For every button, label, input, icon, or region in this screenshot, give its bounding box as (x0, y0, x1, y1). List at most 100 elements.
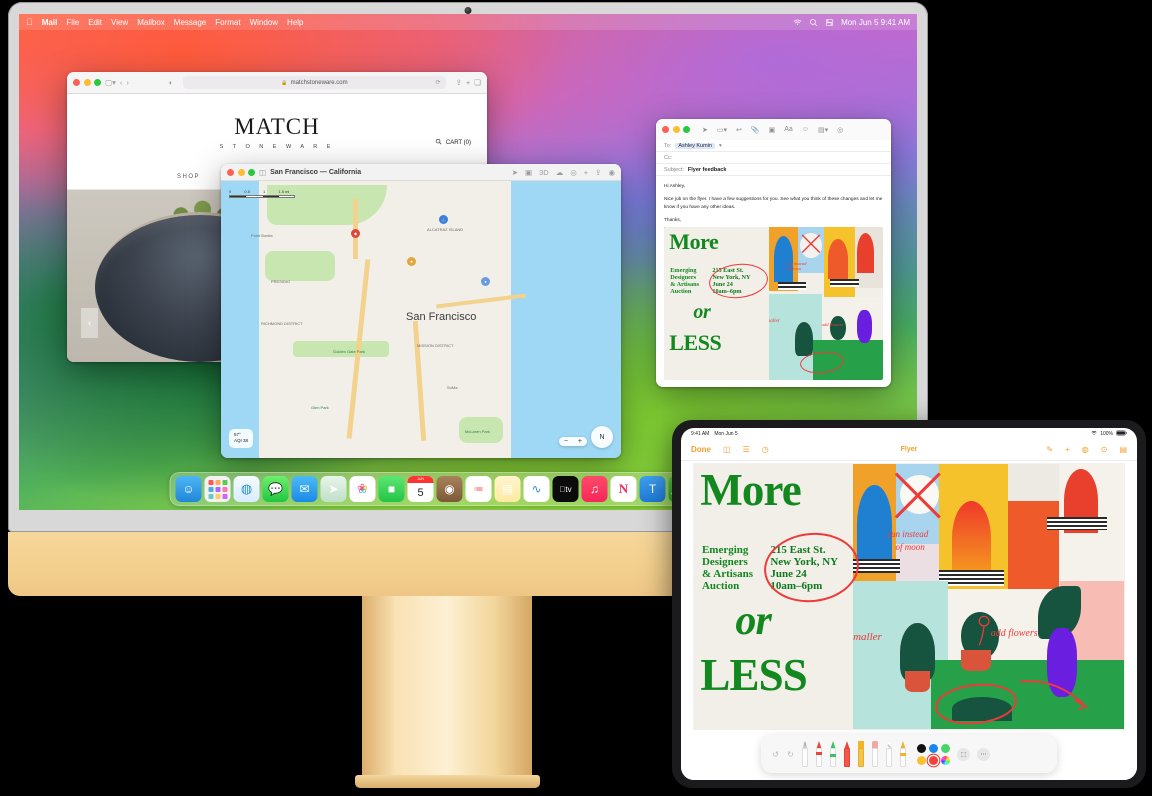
list-icon[interactable]: ☰ (743, 445, 750, 454)
zoom-out-button[interactable]: − (559, 437, 573, 446)
send-icon[interactable]: ➤ (702, 126, 708, 134)
wifi-icon[interactable] (793, 18, 802, 27)
dock-app-keynote[interactable]: T (639, 476, 666, 502)
pen-tool[interactable] (800, 741, 810, 767)
mail-attached-flyer[interactable]: More Emerging Designers & Artisans Aucti… (664, 227, 883, 380)
close-button[interactable] (73, 79, 80, 86)
color-green[interactable] (941, 743, 950, 753)
map-pin-alcatraz[interactable]: ⚓ (439, 215, 448, 224)
dock-app-messages[interactable]: 💬 (262, 476, 289, 502)
3d-icon[interactable]: 3D (539, 168, 549, 177)
maps-window[interactable]: ◫ San Francisco — California ➤ ▣ 3D ☁ ◎ … (221, 164, 621, 458)
highlighter-tool[interactable] (828, 741, 838, 767)
sidebar-icon[interactable]: ▢▾ (105, 78, 116, 87)
undo-icon[interactable]: ↩ (736, 126, 742, 134)
color-yellow[interactable] (917, 755, 926, 765)
cc-field[interactable]: Cc: (656, 152, 891, 164)
menu-bar[interactable]:  Mail File Edit View Mailbox Message Fo… (19, 14, 917, 30)
markup-icon[interactable]: ▣ (769, 126, 776, 134)
subject-field[interactable]: Subject: Flyer feedback (656, 164, 891, 176)
more-circle-icon[interactable]: ⊙ (1101, 445, 1108, 454)
done-button[interactable]: Done (691, 445, 711, 454)
color-wheel[interactable] (941, 755, 950, 765)
menu-item-file[interactable]: File (66, 18, 79, 27)
dock-app-music[interactable]: ♫ (581, 476, 608, 502)
menu-item-window[interactable]: Window (250, 18, 278, 27)
window-controls[interactable] (73, 79, 101, 86)
more-button[interactable]: ⋯ (977, 747, 990, 761)
dock-app-calendar[interactable]: JUN 5 (407, 476, 434, 502)
look-around-icon[interactable]: ▣ (525, 168, 532, 177)
dock-app-facetime[interactable]: ■ (378, 476, 405, 502)
zoom-button[interactable] (94, 79, 101, 86)
compass-button[interactable]: N (591, 426, 613, 448)
emoji-icon[interactable]: ☺ (802, 126, 809, 133)
menu-item-view[interactable]: View (111, 18, 128, 27)
cart-link[interactable]: CART (0) (435, 138, 471, 147)
sidebar-icon[interactable]: ◫ (259, 168, 266, 177)
zoom-button[interactable] (683, 126, 690, 133)
mail-titlebar[interactable]: ➤ ▭▾ ↩ 📎 ▣ Aa ☺ ▤▾ ◎ (656, 119, 891, 140)
dock-app-reminders[interactable]: ≔ (465, 476, 492, 502)
close-button[interactable] (227, 168, 234, 176)
to-field[interactable]: To: Ashley Kumin ▾ (656, 140, 891, 152)
color-black[interactable] (917, 743, 926, 753)
menubar-clock[interactable]: Mon Jun 5 9:41 AM (841, 18, 910, 27)
zoom-button[interactable] (248, 168, 255, 176)
color-blue[interactable] (929, 743, 938, 753)
location-icon[interactable]: ◉ (608, 168, 615, 177)
template-icon[interactable]: ◎ (837, 126, 843, 134)
history-icon[interactable]: ◷ (762, 445, 769, 454)
ipad-canvas[interactable]: More Emerging Designers & Artisans Aucti… (681, 461, 1137, 780)
menu-item-message[interactable]: Message (174, 18, 206, 27)
weather-widget[interactable]: 57° AQI 38 (229, 428, 254, 448)
menu-item-edit[interactable]: Edit (88, 18, 102, 27)
window-controls[interactable] (662, 126, 690, 133)
minimize-button[interactable] (237, 168, 245, 176)
zoom-in-button[interactable]: + (573, 437, 587, 446)
eraser-tool[interactable] (870, 741, 880, 767)
search-icon[interactable] (809, 18, 818, 27)
menu-item-mail[interactable]: Mail (42, 18, 58, 27)
dock-app-launchpad[interactable] (204, 476, 231, 502)
close-button[interactable] (662, 126, 669, 133)
collaborate-icon[interactable]: ◍ (1082, 445, 1089, 454)
dock-app-freeform[interactable]: ∿ (523, 476, 550, 502)
share-icon[interactable]: ⇪ (595, 168, 601, 177)
dock-app-news[interactable]: N (610, 476, 637, 502)
flyer-page[interactable]: More Emerging Designers & Artisans Aucti… (694, 464, 1124, 729)
menu-item-format[interactable]: Format (215, 18, 240, 27)
cart-label[interactable]: CART (0) (446, 140, 471, 146)
color-swatches[interactable] (917, 743, 950, 765)
attach-window-icon[interactable]: ▭▾ (717, 126, 727, 134)
media-icon[interactable]: ▤▾ (818, 126, 828, 134)
chevron-down-icon[interactable]: ▾ (719, 143, 722, 149)
reader-icon[interactable]: ◐ (169, 78, 174, 87)
reload-icon[interactable]: ⟳ (436, 79, 441, 86)
redo-button[interactable]: ↻ (785, 750, 796, 759)
dock-app-safari[interactable]: ◍ (233, 476, 260, 502)
apple-menu-icon[interactable]:  (26, 17, 33, 27)
ruler-tool[interactable] (884, 741, 894, 767)
dock-app-tv[interactable]: tv (552, 476, 579, 502)
nav-shop[interactable]: SHOP (177, 174, 200, 180)
pencil-tool[interactable] (898, 741, 908, 767)
map-pin-poi[interactable]: ★ (407, 257, 416, 266)
maps-toolbar[interactable]: ➤ ▣ 3D ☁ ◎ + ⇪ ◉ (512, 168, 615, 177)
search-icon[interactable] (435, 138, 442, 147)
map-pin-poi[interactable]: ● (481, 277, 490, 286)
attachment-icon[interactable]: 📎 (751, 126, 760, 134)
maps-titlebar[interactable]: ◫ San Francisco — California ➤ ▣ 3D ☁ ◎ … (221, 164, 621, 181)
add-icon[interactable]: + (1065, 445, 1070, 454)
menu-item-help[interactable]: Help (287, 18, 303, 27)
map-zoom-controls[interactable]: − + (558, 437, 587, 446)
map-pin-goldengate[interactable]: ◆ (351, 229, 360, 238)
map-canvas[interactable]: San Francisco Point Bonita ALCATRAZ ISLA… (221, 181, 621, 458)
dock-app-finder[interactable]: ☺ (175, 476, 202, 502)
safari-titlebar[interactable]: ▢▾ ‹ › ◐ 🔒 matchstoneware.com ⟳ ⇪ + ❏ (67, 72, 487, 94)
shape-icon[interactable]: ⬚ (957, 747, 970, 761)
address-bar[interactable]: 🔒 matchstoneware.com ⟳ (183, 76, 446, 89)
subject-value[interactable]: Flyer feedback (688, 167, 727, 173)
ipad-toolbar[interactable]: Done ◫ ☰ ◷ Flyer ✎ + ◍ ⊙ ▤ (681, 439, 1137, 461)
map-mode-icon[interactable]: ◎ (570, 168, 577, 177)
